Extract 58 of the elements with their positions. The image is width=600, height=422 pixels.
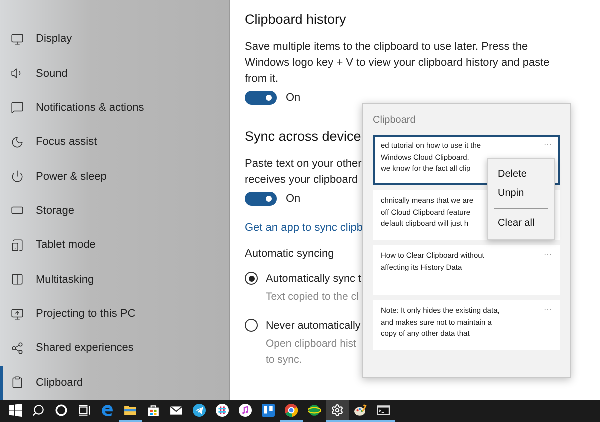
sidebar-item[interactable]: Storage <box>0 194 229 228</box>
toggle-label: On <box>286 92 301 104</box>
paper-plane-icon <box>193 404 206 416</box>
toggle-switch[interactable] <box>245 91 277 105</box>
terminal-icon <box>377 404 390 416</box>
section-heading: Clipboard history <box>245 12 346 27</box>
hash-icon <box>216 404 229 416</box>
palette-icon <box>354 404 367 416</box>
option-hint: Open clipboard hist <box>266 337 356 352</box>
sidebar-item[interactable]: Shared experiences <box>0 331 229 366</box>
option-hint: to sync. <box>266 353 302 368</box>
browser-e-icon <box>101 404 114 416</box>
subheading: Automatic syncing <box>245 247 334 262</box>
sidebar-item[interactable]: Projecting to this PC <box>0 296 229 332</box>
windows-logo-icon <box>9 404 22 416</box>
sidebar-item-icon <box>11 376 24 390</box>
sidebar-item-icon <box>11 273 24 286</box>
taskbar-button[interactable] <box>326 400 349 422</box>
task-view-icon <box>78 404 91 416</box>
sidebar-item[interactable]: Tablet mode <box>0 228 229 263</box>
sync-app-link[interactable]: Get an app to sync clipb <box>245 222 364 234</box>
sidebar-item[interactable]: Focus assist <box>0 125 229 160</box>
music-note-icon <box>239 404 252 416</box>
sidebar-item-icon <box>11 342 24 355</box>
globe-icon <box>308 404 321 416</box>
sidebar-item-icon <box>11 238 24 252</box>
menu-item[interactable]: Clear all <box>488 214 554 233</box>
toggle-label: On <box>286 193 301 205</box>
menu-item[interactable]: Delete <box>488 165 554 184</box>
sidebar-item-icon <box>11 32 24 46</box>
panel-title: Clipboard <box>373 115 417 126</box>
sidebar-item[interactable]: Sound <box>0 56 229 91</box>
description-text: Save multiple items to the clipboard to use later. Press the Windows logo key + V to view your clipboard history and paste from it. <box>245 40 550 87</box>
section-heading: Sync across device <box>245 129 362 144</box>
radio-label: Never automatically <box>266 320 361 332</box>
shopping-bag-icon <box>147 404 160 416</box>
sidebar-item-icon <box>11 170 24 184</box>
folder-icon <box>124 404 137 416</box>
settings-icon <box>331 404 344 416</box>
sidebar-item[interactable]: Power & sleep <box>0 159 229 194</box>
sidebar-item[interactable]: Display <box>0 22 229 56</box>
sidebar-item-icon <box>11 136 24 149</box>
envelope-icon <box>170 404 183 416</box>
option-hint: Text copied to the cl <box>266 290 359 305</box>
radio-label: Automatically sync t <box>266 272 362 284</box>
circle-icon <box>55 404 68 416</box>
radio-button[interactable] <box>245 319 258 332</box>
search-icon <box>32 404 45 416</box>
description-text: receives your clipboard <box>245 173 358 188</box>
radio-button[interactable] <box>245 272 258 285</box>
toggle-switch[interactable] <box>245 192 277 206</box>
sidebar-item-icon <box>11 101 24 114</box>
sidebar-item-icon <box>11 308 24 321</box>
description-text: Paste text on your other <box>245 157 362 172</box>
sidebar-item[interactable]: Multitasking <box>0 262 229 297</box>
board-icon <box>262 404 275 416</box>
browser-ball-icon <box>285 404 298 416</box>
sidebar-item[interactable]: Notifications & actions <box>0 90 229 126</box>
